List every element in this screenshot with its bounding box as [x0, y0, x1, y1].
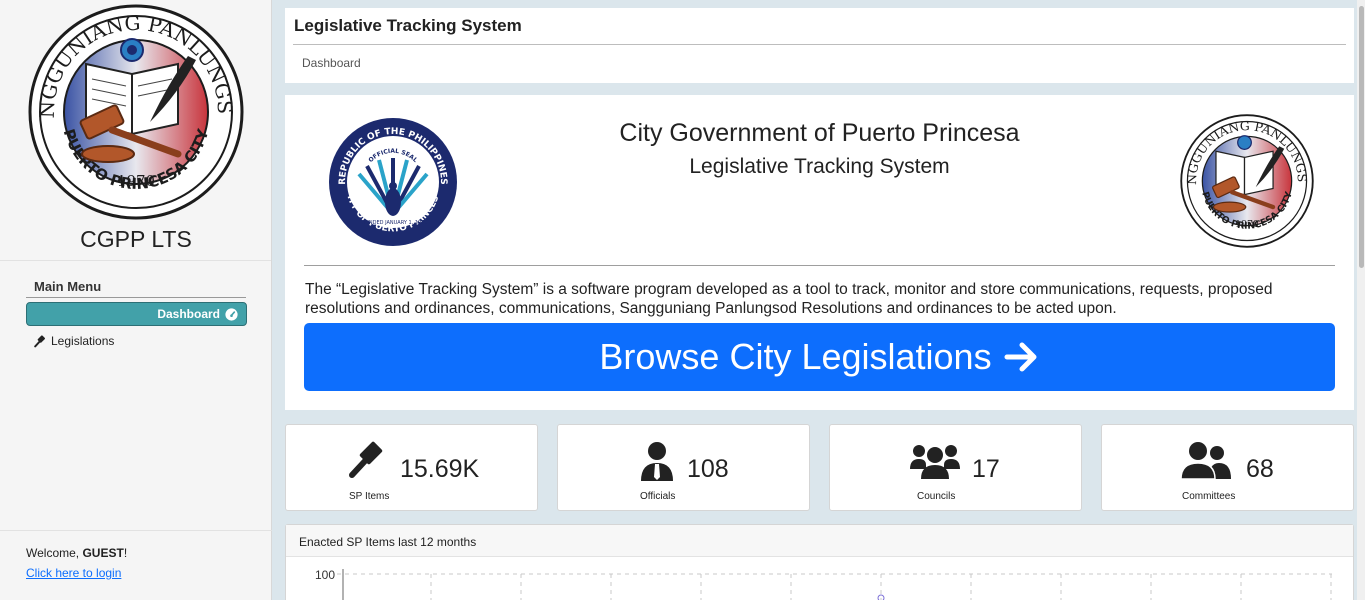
gavel-icon — [349, 441, 383, 478]
sidebar: SANGGUNIANG PANLUNGSOD PUERTO PRINCESA C… — [0, 0, 272, 600]
brand-section: SANGGUNIANG PANLUNGSOD PUERTO PRINCESA C… — [0, 0, 271, 261]
brand-name: CGPP LTS — [80, 226, 192, 252]
vertical-gridlines — [430, 574, 1332, 600]
page-header: Legislative Tracking System Dashboard — [285, 8, 1354, 83]
enacted-items-chart-card: Enacted SP Items last 12 months 100 — [285, 524, 1354, 600]
svg-text:1970: 1970 — [117, 172, 155, 190]
stat-value: 15.69K — [400, 455, 480, 483]
stat-label: SP Items — [349, 491, 390, 502]
svg-text:1970: 1970 — [1235, 219, 1259, 230]
browse-button-label: Browse City Legislations — [599, 336, 992, 377]
stat-card-councils[interactable]: 17 Councils — [829, 424, 1082, 511]
gauge-icon — [225, 307, 238, 321]
sidebar-item-label: Legislations — [51, 334, 115, 348]
sangguniang-panlungsod-logo: SANGGUNIANG PANLUNGSOD PUERTO PRINCESA C… — [28, 4, 244, 220]
system-description: The “Legislative Tracking System” is a s… — [305, 281, 1273, 317]
stat-value: 108 — [687, 455, 729, 483]
user-panel: Welcome, GUEST! Click here to login — [0, 530, 272, 600]
scrollbar-thumb[interactable] — [1359, 6, 1364, 268]
stat-card-committees[interactable]: 68 Committees — [1101, 424, 1354, 511]
browse-legislations-button[interactable]: Browse City Legislations — [304, 323, 1335, 391]
sidebar-item-legislations[interactable]: Legislations — [34, 334, 114, 348]
stat-value: 68 — [1246, 455, 1274, 483]
stat-label: Councils — [917, 491, 956, 502]
user-tie-icon — [641, 442, 673, 481]
stat-card-sp-items[interactable]: 15.69K SP Items — [285, 424, 538, 511]
username: GUEST — [82, 546, 124, 560]
sidebar-item-dashboard[interactable]: Dashboard — [26, 302, 247, 326]
page-title: Legislative Tracking System — [293, 16, 1346, 45]
hero-card: REPUBLIC OF THE PHILIPPINES CITY OF PUER… — [285, 95, 1354, 410]
sidebar-item-label: Dashboard — [157, 307, 220, 321]
sangguniang-panlungsod-logo: SANGGUNIANG PANLUNGSOD PUERTO PRINCESA C… — [1180, 114, 1314, 248]
arrow-right-icon — [1004, 342, 1037, 372]
menu-heading: Main Menu — [26, 279, 246, 298]
svg-text:FOUNDED JANUARY 1, 1970: FOUNDED JANUARY 1, 1970 — [358, 220, 427, 226]
stat-label: Officials — [640, 491, 676, 502]
stat-card-officials[interactable]: 108 Officials — [557, 424, 810, 511]
welcome-text: Welcome, GUEST! — [26, 546, 128, 560]
chart-title: Enacted SP Items last 12 months — [286, 525, 1353, 557]
gavel-icon — [34, 334, 45, 347]
divider — [304, 265, 1335, 266]
enacted-items-line-chart: 100 — [315, 568, 1332, 600]
users-icon — [910, 445, 960, 479]
login-link[interactable]: Click here to login — [26, 566, 272, 580]
stat-label: Committees — [1182, 491, 1236, 502]
breadcrumb: Dashboard — [302, 56, 361, 70]
y-tick-label: 100 — [315, 568, 335, 582]
stat-value: 17 — [972, 455, 1000, 483]
user-friends-icon — [1181, 442, 1231, 480]
